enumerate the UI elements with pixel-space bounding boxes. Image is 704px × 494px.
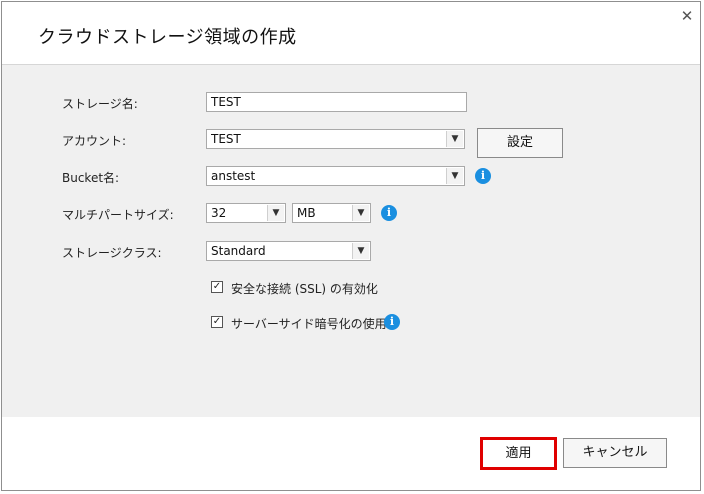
chevron-down-icon: ▼ [267, 205, 284, 221]
bucket-label: Bucket名: [62, 171, 120, 185]
storage-class-select[interactable]: Standard ▼ [206, 241, 371, 261]
account-label: アカウント: [62, 134, 127, 148]
storage-name-input[interactable]: TEST [206, 92, 467, 112]
storage-name-label: ストレージ名: [62, 97, 138, 111]
multipart-unit-select[interactable]: MB ▼ [292, 203, 371, 223]
create-cloud-storage-dialog: クラウドストレージ領域の作成 ✕ ストレージ名: TEST アカウント: TES… [1, 1, 701, 491]
storage-name-value: TEST [211, 95, 241, 109]
dialog-footer: 適用 キャンセル [2, 417, 700, 490]
ssl-label: 安全な接続 (SSL) の有効化 [231, 282, 378, 296]
account-value: TEST [211, 132, 241, 146]
info-icon[interactable]: i [475, 168, 491, 184]
info-icon[interactable]: i [384, 314, 400, 330]
apply-button[interactable]: 適用 [480, 437, 557, 470]
account-select[interactable]: TEST ▼ [206, 129, 465, 149]
dialog-title: クラウドストレージ領域の作成 [38, 27, 297, 48]
cancel-button[interactable]: キャンセル [563, 438, 667, 468]
ssl-checkbox[interactable]: ✓ [211, 281, 223, 293]
sse-label: サーバーサイド暗号化の使用 [231, 317, 387, 331]
bucket-select[interactable]: anstest ▼ [206, 166, 465, 186]
chevron-down-icon: ▼ [446, 168, 463, 184]
settings-button[interactable]: 設定 [477, 128, 563, 158]
info-icon[interactable]: i [381, 205, 397, 221]
bucket-value: anstest [211, 169, 256, 183]
multipart-size-label: マルチパートサイズ: [62, 208, 174, 222]
close-icon[interactable]: ✕ [679, 7, 695, 25]
multipart-unit-value: MB [297, 206, 316, 220]
dialog-body: ストレージ名: TEST アカウント: TEST ▼ 設定 Bucket名: a… [2, 65, 700, 417]
dialog-header: クラウドストレージ領域の作成 ✕ [2, 2, 700, 65]
chevron-down-icon: ▼ [352, 205, 369, 221]
chevron-down-icon: ▼ [446, 131, 463, 147]
storage-class-value: Standard [211, 244, 266, 258]
multipart-size-select[interactable]: 32 ▼ [206, 203, 286, 223]
storage-class-label: ストレージクラス: [62, 246, 162, 260]
chevron-down-icon: ▼ [352, 243, 369, 259]
sse-checkbox[interactable]: ✓ [211, 316, 223, 328]
multipart-size-value: 32 [211, 206, 227, 220]
